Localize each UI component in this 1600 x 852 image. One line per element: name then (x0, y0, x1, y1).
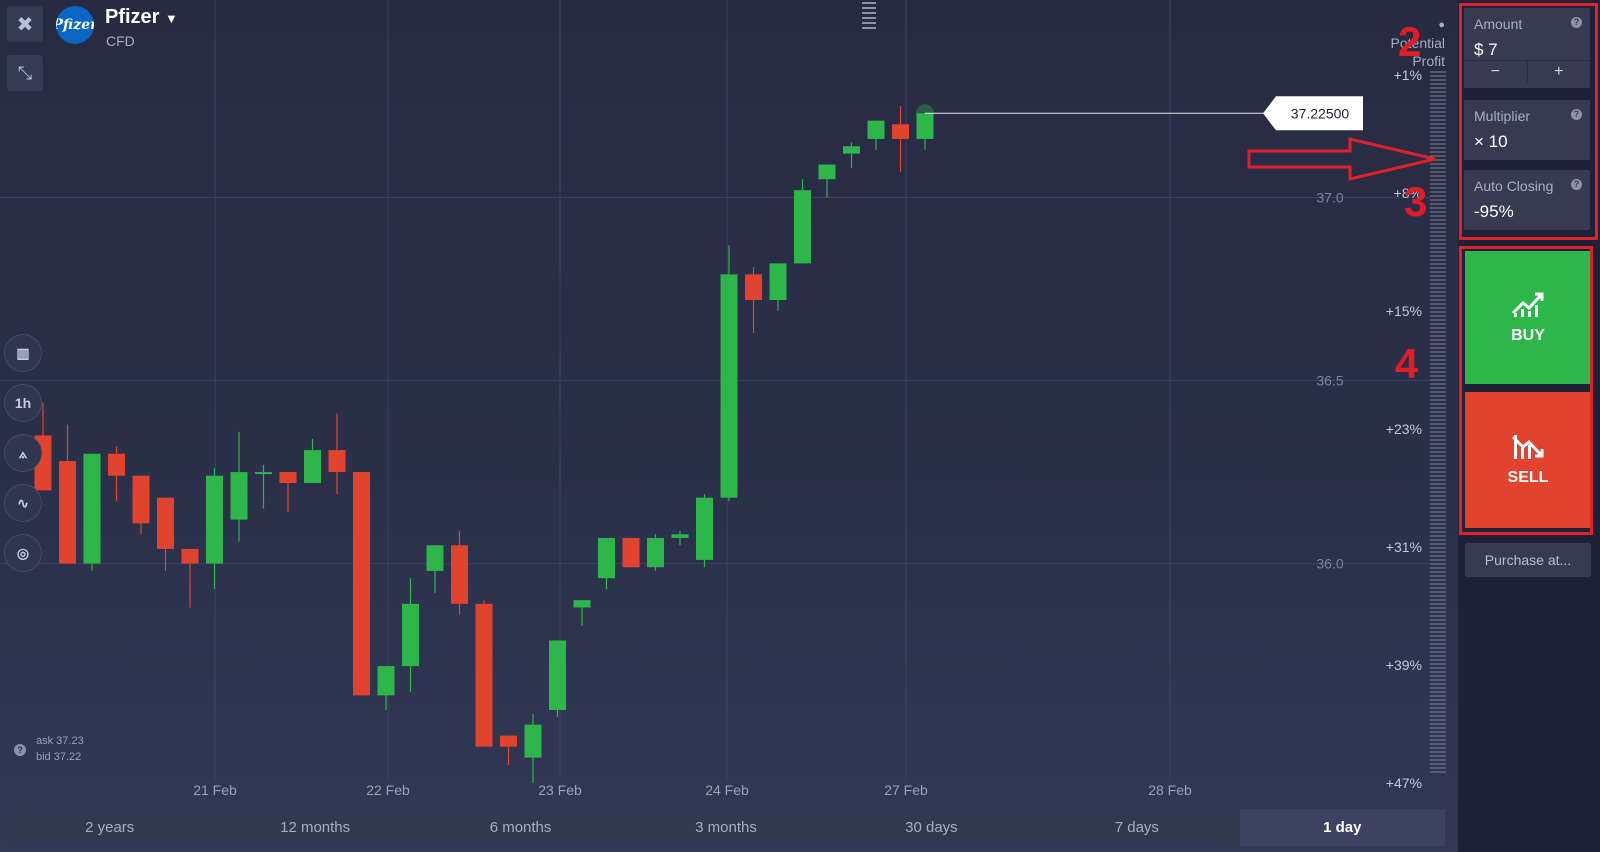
candle-body (108, 453, 125, 476)
candle-body (475, 603, 493, 747)
candle-body (720, 274, 738, 498)
x-tick-label: 21 Feb (193, 782, 237, 798)
candle-body (353, 472, 370, 696)
x-tick-label: 22 Feb (366, 782, 410, 798)
candle-body (181, 548, 199, 564)
collapse-button[interactable]: ⤡ (7, 55, 43, 91)
candle-body (647, 537, 664, 568)
help-icon[interactable]: ? (14, 744, 26, 756)
drawing-tools-button[interactable]: ⟑ (4, 434, 42, 472)
candle-body (230, 472, 248, 520)
annotation-number-3: 3 (1404, 178, 1428, 225)
candle-body (598, 537, 615, 579)
candle-body (745, 274, 762, 300)
period-option[interactable]: 7 days (1034, 809, 1239, 846)
annotation-number-4: 4 (1395, 340, 1419, 387)
period-selector: 2 years 12 months 6 months 3 months 30 days 7… (7, 809, 1445, 846)
chart-type-button[interactable]: ▥ (4, 334, 42, 372)
candle-body (83, 453, 101, 564)
annotation-arrow (1247, 137, 1436, 181)
collapse-arrows-icon: ⤡ (17, 62, 33, 83)
candle-body (524, 724, 542, 758)
trade-buttons-highlight-box (1459, 246, 1593, 535)
period-option[interactable]: 2 years (7, 809, 212, 846)
x-tick-label: 24 Feb (705, 782, 749, 798)
chevron-down-icon: ▼ (165, 11, 178, 26)
overlays-button[interactable]: ◎ (4, 534, 42, 572)
x-tick-label: 23 Feb (538, 782, 582, 798)
candle-body (867, 120, 885, 139)
timeframe-label: 1h (14, 395, 32, 411)
candle-body (255, 472, 272, 475)
candles-icon: ▥ (16, 344, 30, 361)
asset-logo: Pfizer (56, 6, 94, 44)
candle-body (304, 450, 321, 484)
candle-body (573, 600, 591, 608)
candle-body (377, 666, 395, 696)
candle-body (328, 450, 346, 473)
annotation-number-2: 2 (1398, 18, 1422, 65)
profit-tick-label: +15% (1386, 303, 1422, 319)
profit-tick-label: +47% (1386, 775, 1422, 791)
indicator-wave-icon: ∿ (17, 494, 29, 511)
candle-body (451, 545, 468, 604)
candle-body (843, 146, 860, 154)
y-tick-label: 36.0 (1316, 556, 1343, 572)
purchase-at-button[interactable]: Purchase at... (1465, 543, 1591, 577)
settings-highlight-box (1459, 3, 1598, 240)
candle-body (132, 475, 150, 524)
profit-tick-label: +39% (1386, 657, 1422, 673)
asset-name: Pfizer (105, 6, 160, 28)
candle-body (818, 164, 836, 180)
candle-body (696, 497, 713, 560)
period-option[interactable]: 3 months (623, 809, 828, 846)
candle-body (671, 534, 689, 538)
close-icon: ✖ (16, 13, 34, 36)
candle-body (279, 472, 297, 484)
period-option[interactable]: 30 days (829, 809, 1034, 846)
indicators-button[interactable]: ∿ (4, 484, 42, 522)
ask-value: ask 37.23 (36, 735, 84, 747)
candle-body (157, 497, 174, 549)
asset-type: CFD (106, 33, 135, 49)
ask-bid-readout: ask 37.23 bid 37.22 (36, 733, 84, 765)
drag-handle-icon[interactable] (862, 2, 876, 32)
help-icon[interactable]: ● (1438, 19, 1445, 31)
y-tick-label: 36.5 (1316, 373, 1343, 389)
price-chart[interactable]: 21 Feb 22 Feb 23 Feb 24 Feb 27 Feb 28 Feb 36.0… (0, 0, 1458, 800)
bid-value: bid 37.22 (36, 751, 82, 763)
period-option[interactable]: 6 months (418, 809, 623, 846)
current-price-label: 37.22500 (1291, 105, 1350, 121)
compass-icon: ⟑ (18, 444, 28, 461)
period-option[interactable]: 1 day (1239, 809, 1445, 846)
candle-body (402, 603, 419, 667)
candle-body (426, 545, 444, 571)
close-button[interactable]: ✖ (7, 6, 43, 42)
candle-body (206, 475, 223, 564)
x-tick-label: 28 Feb (1148, 782, 1192, 798)
candle-body (794, 190, 811, 264)
period-option[interactable]: 12 months (212, 809, 417, 846)
candle-body (769, 263, 787, 300)
y-tick-label: 37.0 (1316, 190, 1343, 206)
candle-body (622, 537, 640, 568)
x-tick-label: 27 Feb (884, 782, 928, 798)
asset-selector[interactable]: Pfizer ▼ (105, 6, 178, 29)
profit-tick-label: +23% (1386, 421, 1422, 437)
candle-body (892, 124, 909, 139)
profit-tick-label: +31% (1386, 539, 1422, 555)
overlay-circles-icon: ◎ (16, 544, 30, 561)
candle-body (59, 461, 76, 564)
candle-body (549, 640, 566, 710)
candle-body (500, 735, 517, 747)
timeframe-button[interactable]: 1h (4, 384, 42, 422)
